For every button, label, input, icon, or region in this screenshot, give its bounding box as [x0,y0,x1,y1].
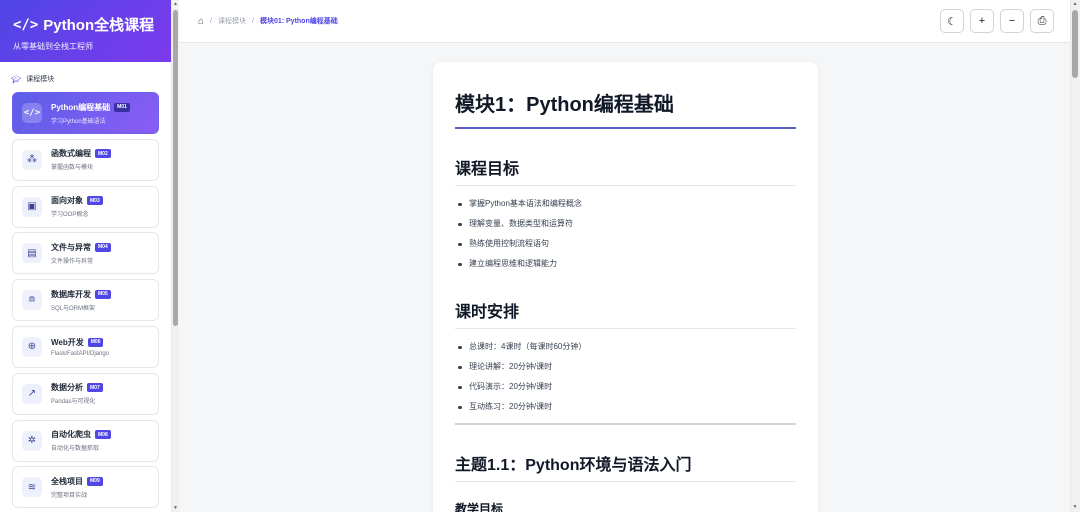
moon-icon: ☾ [947,15,957,28]
list-item: 熟练使用控制流程语句 [455,234,796,254]
goals-list: 掌握Python基本语法和编程概念 理解变量、数据类型和运算符 熟练使用控制流程… [455,194,796,274]
main-scrollbar-thumb[interactable] [1072,10,1078,78]
breadcrumb: ⌂ / 课程模块 / 模块01: Python编程基础 [198,16,338,27]
module-title: Python编程基础 [51,102,111,112]
module-title: 自动化爬虫 [51,430,91,440]
zoom-out-button[interactable]: − [1000,9,1024,33]
sidebar-scrollbar-thumb[interactable] [173,10,178,326]
module-title: 全栈项目 [51,476,83,486]
breadcrumb-separator: / [252,17,254,25]
module-title: Web开发 [51,337,84,347]
module-code-badge: M05 [95,289,111,299]
main-scroll-up-icon[interactable]: ▲ [1070,0,1080,9]
sidebar-module-m06[interactable]: ⊕ Web开发 M06 Flask/FastAPI/Django [12,325,159,368]
breadcrumb-current: 模块01: Python编程基础 [259,18,338,25]
module-code-badge: M04 [95,242,111,252]
code-icon: </> [13,16,39,33]
module-code-badge: M06 [87,337,104,347]
code-icon: </> [22,103,42,123]
brand-title: Python全栈课程 [43,17,155,34]
print-icon: ⎙ [1037,14,1047,27]
breadcrumb-separator: / [210,17,212,25]
cubes-icon: ⁂ [22,149,42,170]
brand-subtitle: 从零基础到全栈工程师 [13,42,93,51]
module-description: SQL与ORM框架 [51,305,96,312]
chart-line-icon: ↗ [22,383,42,404]
toolbar: ☾ + − ⎙ [940,9,1054,33]
teaching-goals-heading: 教学目标 [455,502,504,512]
module-title: 函数式编程 [51,149,91,159]
layers-icon: ≋ [22,477,42,498]
section-label: 课程模块 [26,76,55,83]
module-title: 面向对象 [51,196,83,206]
minus-icon: − [1008,15,1016,27]
spider-icon: ✲ [22,430,42,451]
print-button[interactable]: ⎙ [1030,9,1054,33]
divider [455,423,796,425]
module-code-badge: M09 [87,476,103,486]
module-description: 文件操作与异常 [51,258,94,265]
module-code-badge: M03 [87,196,103,206]
sidebar-module-m01[interactable]: </> Python编程基础 M01 学习Python基础语法 [12,92,159,134]
breadcrumb-parent[interactable]: 课程模块 [218,16,246,26]
sidebar-module-m04[interactable]: ▤ 文件与异常 M04 文件操作与异常 [12,232,159,275]
object-group-icon: ▣ [22,196,42,217]
list-item: 代码演示：20分钟/课时 [455,377,796,397]
module-description: Pandas与可视化 [51,399,96,406]
top-bar: ⌂ / 课程模块 / 模块01: Python编程基础 ☾ + − ⎙ [179,0,1070,43]
module-description: 学习OOP概念 [51,212,89,219]
module-title: 文件与异常 [51,242,91,252]
module-title: 数据分析 [51,383,83,393]
schedule-heading: 课时安排 [455,298,796,329]
module-description: 完整项目实战 [51,492,88,499]
sidebar-module-m07[interactable]: ↗ 数据分析 M07 Pandas与可视化 [12,372,159,415]
main-scroll-down-icon[interactable]: ▼ [1070,503,1080,512]
list-item: 建立编程思维和逻辑能力 [455,254,796,274]
module-code-badge: M07 [87,383,103,393]
content-card: 模块1：Python编程基础 课程目标 掌握Python基本语法和编程概念 理解… [433,62,818,512]
list-item: 互动练习：20分钟/课时 [455,397,796,417]
list-item: 掌握Python基本语法和编程概念 [455,194,796,214]
list-item: 总课时：4课时（每课时60分钟） [455,337,796,357]
zoom-in-button[interactable]: + [970,9,994,33]
goals-heading: 课程目标 [455,155,796,186]
home-icon[interactable]: ⌂ [198,16,204,27]
topic-heading: 主题1.1：Python环境与语法入门 [455,451,796,482]
sidebar: </> Python全栈课程 从零基础到全栈工程师 🎓︎ 课程模块 </> Pyt… [0,0,172,512]
sidebar-module-m08[interactable]: ✲ 自动化爬虫 M08 自动化与数据抓取 [12,419,159,462]
plus-icon: + [978,15,986,27]
list-item: 理论讲解：20分钟/课时 [455,357,796,377]
module-description: 自动化与数据抓取 [51,446,100,453]
sidebar-module-m05[interactable]: ≘ 数据库开发 M05 SQL与ORM框架 [12,279,159,322]
module-title: 数据库开发 [51,289,91,299]
sidebar-module-m09[interactable]: ≋ 全栈项目 M09 完整项目实战 [12,466,159,509]
module-list: </> Python编程基础 M01 学习Python基础语法 ⁂ 函数式编程 M02 掌握函… [0,92,171,509]
sidebar-scroll-up-icon[interactable]: ▲ [172,0,179,8]
module-description: Flask/FastAPI/Django [51,350,110,357]
theme-toggle-button[interactable]: ☾ [940,9,964,33]
sidebar-module-m03[interactable]: ▣ 面向对象 M03 学习OOP概念 [12,185,159,228]
brand-header[interactable]: </> Python全栈课程 从零基础到全栈工程师 [0,0,171,62]
list-item: 理解变量、数据类型和运算符 [455,214,796,234]
sidebar-scroll-down-icon[interactable]: ▼ [172,504,179,512]
module-code-badge: M02 [95,149,111,159]
globe-icon: ⊕ [22,336,42,357]
module-title: 模块1：Python编程基础 [455,88,796,129]
module-description: 学习Python基础语法 [51,118,106,125]
graduation-cap-icon: 🎓︎ [11,74,22,84]
sidebar-module-m02[interactable]: ⁂ 函数式编程 M02 掌握函数与模块 [12,138,159,181]
module-code-badge: M08 [95,430,111,440]
section-header: 🎓︎ 课程模块 [0,62,171,92]
file-icon: ▤ [22,243,42,264]
schedule-list: 总课时：4课时（每课时60分钟） 理论讲解：20分钟/课时 代码演示：20分钟/… [455,337,796,417]
module-description: 掌握函数与模块 [51,165,94,172]
module-code-badge: M01 [114,102,130,112]
database-icon: ≘ [22,290,42,311]
